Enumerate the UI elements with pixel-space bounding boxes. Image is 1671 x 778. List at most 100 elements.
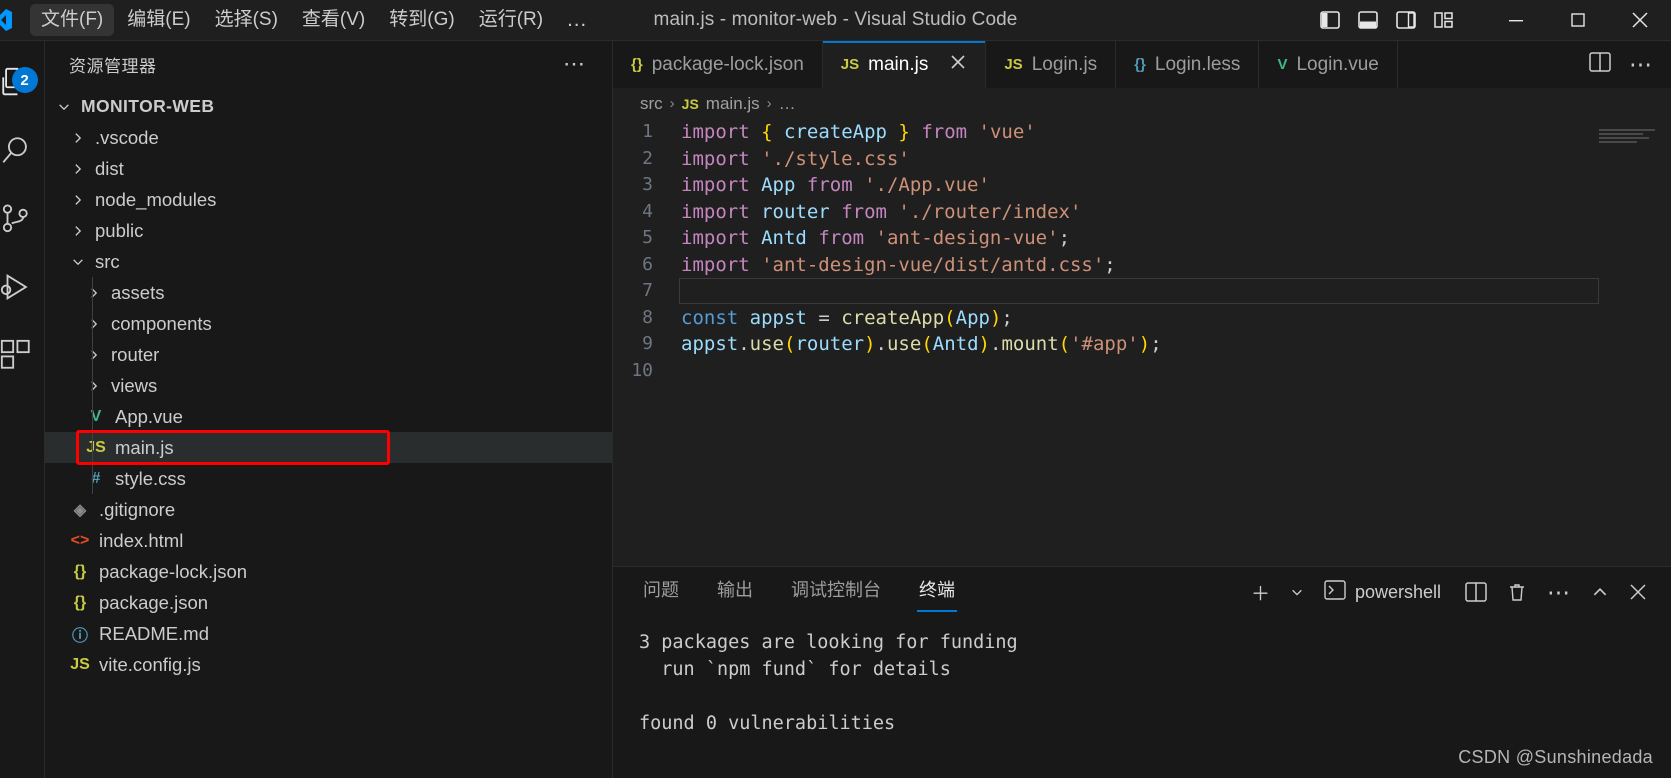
tree-item-app-vue[interactable]: V App.vue	[45, 401, 612, 432]
more-editor-actions-icon[interactable]: ⋯	[1629, 51, 1653, 78]
tree-indent-guide	[92, 401, 93, 432]
editor-tab-login-vue[interactable]: V Login.vue	[1259, 41, 1398, 88]
tab-label: package-lock.json	[651, 53, 804, 75]
code-line[interactable]: 1 import { createApp } from 'vue'	[613, 119, 1671, 146]
tree-item-router[interactable]: router	[45, 339, 612, 370]
menu-file[interactable]: 文件(F)	[30, 3, 115, 37]
panel-tab-1[interactable]: 输出	[715, 572, 755, 612]
tree-item--vscode[interactable]: .vscode	[45, 122, 612, 153]
menu-overflow-button[interactable]: …	[556, 8, 598, 32]
activity-item-source-control[interactable]	[0, 185, 45, 253]
terminal-line: 3 packages are looking for funding	[639, 632, 1018, 653]
editor-tab-package-lock-json[interactable]: {} package-lock.json	[613, 41, 823, 88]
code-line-text: import { createApp } from 'vue'	[681, 121, 1036, 143]
tree-item-node-modules[interactable]: node_modules	[45, 184, 612, 215]
tree-item-label: node_modules	[95, 188, 217, 210]
code-line[interactable]: 8 const appst = createApp(App);	[613, 305, 1671, 332]
tree-item-label: vite.config.js	[99, 653, 201, 675]
breadcrumb[interactable]: src › JS main.js › …	[613, 88, 1671, 119]
tree-item--gitignore[interactable]: ◈ .gitignore	[45, 494, 612, 525]
activity-item-explorer[interactable]: 2	[0, 49, 45, 117]
tree-item-assets[interactable]: assets	[45, 277, 612, 308]
tree-item-label: public	[95, 219, 144, 241]
tree-item-style-css[interactable]: # style.css	[45, 463, 612, 494]
editor-tab-login-js[interactable]: JS Login.js	[986, 41, 1117, 88]
tab-file-icon: {}	[1134, 56, 1146, 73]
tree-item-views[interactable]: views	[45, 370, 612, 401]
code-line[interactable]: 6 import 'ant-design-vue/dist/antd.css';	[613, 252, 1671, 279]
tree-item-public[interactable]: public	[45, 215, 612, 246]
sidebar-more-actions-button[interactable]: ⋯	[563, 51, 598, 77]
tab-close-icon[interactable]	[949, 53, 967, 77]
chevron-down-icon	[53, 100, 75, 114]
toggle-primary-sidebar-icon[interactable]	[1319, 9, 1341, 31]
tree-item-package-lock-json[interactable]: {} package-lock.json	[45, 556, 612, 587]
code-line[interactable]: 2 import './style.css'	[613, 146, 1671, 173]
line-number: 7	[642, 280, 653, 301]
menu-run[interactable]: 运行(R)	[468, 4, 554, 37]
file-tree[interactable]: MONITOR-WEB .vscode dist node_modulespubli…	[45, 87, 612, 778]
activity-item-search[interactable]	[0, 117, 45, 185]
activity-item-extensions[interactable]	[0, 321, 45, 389]
maximize-button[interactable]	[1547, 0, 1609, 41]
code-line[interactable]: 3 import App from './App.vue'	[613, 172, 1671, 199]
menu-go[interactable]: 转到(G)	[378, 4, 465, 37]
split-editor-right-icon[interactable]	[1589, 52, 1611, 77]
chevron-down-icon[interactable]	[1280, 572, 1314, 612]
breadcrumb-folder[interactable]: src	[640, 94, 663, 114]
chevron-up-icon[interactable]	[1581, 572, 1619, 612]
split-terminal-icon[interactable]	[1455, 572, 1497, 612]
tree-item-src[interactable]: src	[45, 246, 612, 277]
watermark: CSDN @Sunshinedada	[1458, 747, 1653, 767]
tree-item-dist[interactable]: dist	[45, 153, 612, 184]
panel-tab-3[interactable]: 终端	[917, 572, 957, 612]
code-line[interactable]: 10	[613, 358, 1671, 385]
tab-label: main.js	[868, 53, 929, 75]
breadcrumb-symbol-placeholder[interactable]: …	[779, 94, 796, 114]
menu-view[interactable]: 查看(V)	[291, 4, 376, 37]
menu-selection[interactable]: 选择(S)	[204, 4, 289, 37]
tree-root-monitor-web[interactable]: MONITOR-WEB	[45, 91, 612, 122]
code-line-text: import 'ant-design-vue/dist/antd.css';	[681, 253, 1116, 276]
chevron-right-icon	[83, 286, 105, 300]
chevron-right-icon	[83, 379, 105, 393]
customize-layout-icon[interactable]	[1433, 9, 1455, 31]
line-number: 6	[642, 253, 653, 275]
tree-item-components[interactable]: components	[45, 308, 612, 339]
code-line[interactable]: 5 import Antd from 'ant-design-vue';	[613, 225, 1671, 252]
activity-item-run-debug[interactable]	[0, 253, 45, 321]
panel-header: 问题 输出 调试控制台 终端 ＋ powershell ⋯	[613, 567, 1671, 617]
tree-item-main-js[interactable]: JS main.js	[45, 432, 612, 463]
tree-item-package-json[interactable]: {} package.json	[45, 587, 612, 618]
toggle-panel-icon[interactable]	[1357, 9, 1379, 31]
tree-item-label: package-lock.json	[99, 560, 248, 582]
tree-item-readme-md[interactable]: ⓘ README.md	[45, 618, 612, 649]
code-line[interactable]: 4 import router from './router/index'	[613, 199, 1671, 226]
tree-item-vite-config-js[interactable]: JS vite.config.js	[45, 649, 612, 680]
code-line-text: import router from './router/index'	[681, 200, 1082, 223]
minimap[interactable]	[1599, 129, 1661, 149]
terminal-shell-selector[interactable]: powershell	[1314, 572, 1455, 612]
minimize-button[interactable]	[1485, 0, 1547, 41]
panel-more-actions-icon[interactable]: ⋯	[1537, 572, 1581, 612]
code-line[interactable]: 7	[613, 278, 1671, 305]
toggle-secondary-sidebar-icon[interactable]	[1395, 9, 1417, 31]
close-panel-icon[interactable]	[1619, 572, 1657, 612]
panel-tab-0[interactable]: 问题	[641, 572, 681, 612]
trash-icon[interactable]	[1497, 572, 1537, 612]
editor-area: {} package-lock.json JS main.js JS Login.js {}…	[613, 41, 1671, 778]
tab-file-icon: {}	[631, 56, 643, 73]
panel-tab-2[interactable]: 调试控制台	[789, 572, 883, 612]
new-terminal-button[interactable]: ＋	[1241, 572, 1280, 612]
editor-tab-bar[interactable]: {} package-lock.json JS main.js JS Login.js {}…	[613, 41, 1671, 88]
menu-edit[interactable]: 编辑(E)	[116, 4, 201, 37]
breadcrumb-file[interactable]: main.js	[706, 94, 760, 114]
code-line[interactable]: 9 appst.use(router).use(Antd).mount('#app…	[613, 331, 1671, 358]
editor-tab-main-js[interactable]: JS main.js	[822, 41, 987, 88]
editor-tab-login-less[interactable]: {} Login.less	[1116, 41, 1260, 88]
code-editor[interactable]: 1 import { createApp } from 'vue' 2 import …	[613, 119, 1671, 566]
close-button[interactable]	[1609, 0, 1671, 41]
menu-bar[interactable]: 文件(F) 编辑(E) 选择(S) 查看(V) 转到(G) 运行(R) …	[30, 0, 598, 41]
tree-item-index-html[interactable]: <> index.html	[45, 525, 612, 556]
